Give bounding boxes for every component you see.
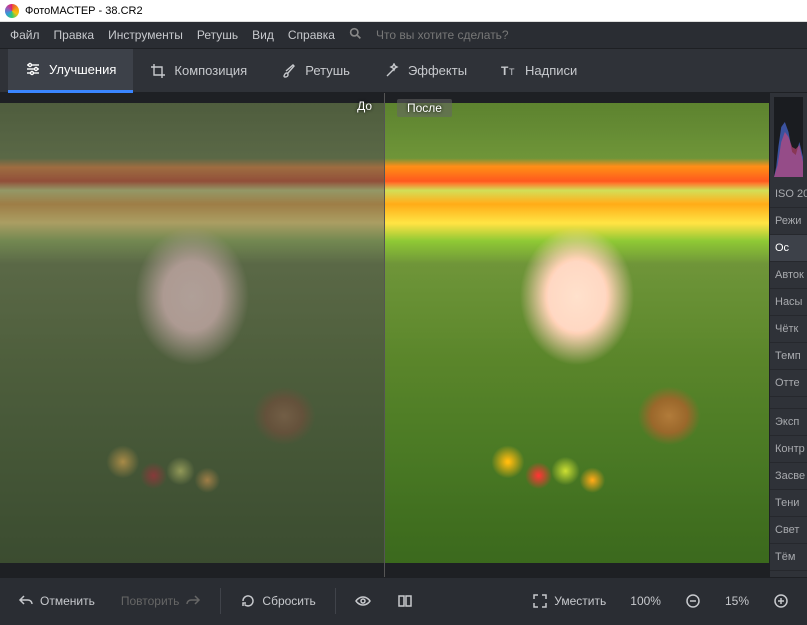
menu-tools[interactable]: Инструменты: [108, 28, 183, 42]
tab-main[interactable]: Ос: [770, 235, 807, 262]
fit-label: Уместить: [554, 594, 606, 608]
brush-icon: [281, 63, 297, 79]
window-titlebar: ФотоМАСТЕР - 38.CR2: [0, 0, 807, 22]
search-input[interactable]: Что вы хотите сделать?: [376, 28, 509, 42]
compare-icon: [397, 593, 413, 609]
after-label: После: [397, 99, 452, 117]
reset-button[interactable]: Сбросить: [230, 587, 325, 615]
slider-shadows[interactable]: Тени: [770, 490, 807, 517]
tab-composition-label: Композиция: [174, 63, 247, 78]
plus-icon: [773, 593, 789, 609]
slider-highlights[interactable]: Засве: [770, 463, 807, 490]
menu-edit[interactable]: Правка: [54, 28, 95, 42]
zoom-in-button[interactable]: [763, 587, 799, 615]
slider-temperature[interactable]: Темп: [770, 343, 807, 370]
tab-enhance-label: Улучшения: [49, 62, 116, 77]
menu-view[interactable]: Вид: [252, 28, 274, 42]
minus-icon: [685, 593, 701, 609]
preview-button[interactable]: [345, 587, 381, 615]
before-label: До: [357, 99, 372, 113]
compare-viewer[interactable]: До После: [0, 93, 769, 577]
tab-effects[interactable]: Эффекты: [367, 49, 484, 93]
undo-button[interactable]: Отменить: [8, 587, 105, 615]
slider-blacks[interactable]: Тём: [770, 544, 807, 571]
slider-whites[interactable]: Свет: [770, 517, 807, 544]
slider-saturation[interactable]: Насы: [770, 289, 807, 316]
zoom-out-button[interactable]: [675, 587, 711, 615]
tab-text-label: Надписи: [525, 63, 577, 78]
compare-button[interactable]: [387, 587, 423, 615]
separator: [335, 588, 336, 614]
zoom-level: 15%: [717, 594, 757, 608]
fit-icon: [532, 593, 548, 609]
bottom-toolbar: Отменить Повторить Сбросить Уместить 100…: [0, 577, 807, 623]
iso-label: ISO 20: [770, 181, 807, 208]
slider-tint[interactable]: Отте: [770, 370, 807, 397]
menu-retouch[interactable]: Ретушь: [197, 28, 238, 42]
tab-retouch[interactable]: Ретушь: [264, 49, 367, 93]
svg-text:T: T: [509, 67, 515, 77]
histogram: [774, 97, 803, 177]
redo-button[interactable]: Повторить: [111, 587, 212, 615]
divider: [770, 397, 807, 409]
window-title: ФотоМАСТЕР - 38.CR2: [25, 5, 143, 17]
fit-button[interactable]: Уместить: [522, 587, 616, 615]
mode-toolbar: Улучшения Композиция Ретушь Эффекты TT Н…: [0, 49, 807, 93]
tab-retouch-label: Ретушь: [305, 63, 350, 78]
crop-icon: [150, 63, 166, 79]
tab-effects-label: Эффекты: [408, 63, 467, 78]
redo-label: Повторить: [121, 594, 180, 608]
svg-text:T: T: [501, 64, 509, 78]
redo-icon: [185, 593, 201, 609]
slider-auto[interactable]: Авток: [770, 262, 807, 289]
reset-icon: [240, 593, 256, 609]
zoom-100[interactable]: 100%: [622, 594, 669, 608]
workspace: До После ISO 20 Режи Ос Авток Насы Чётк …: [0, 93, 807, 577]
undo-icon: [18, 593, 34, 609]
mode-label[interactable]: Режи: [770, 208, 807, 235]
menu-help[interactable]: Справка: [288, 28, 335, 42]
undo-label: Отменить: [40, 594, 95, 608]
before-image: [0, 103, 384, 563]
sliders-icon: [25, 61, 41, 77]
slider-sharpness[interactable]: Чётк: [770, 316, 807, 343]
eye-icon: [355, 593, 371, 609]
separator: [220, 588, 221, 614]
after-pane: После: [384, 93, 769, 577]
before-pane: До: [0, 93, 384, 577]
app-logo-icon: [5, 4, 19, 18]
slider-exposure[interactable]: Эксп: [770, 409, 807, 436]
after-image: [385, 103, 769, 563]
side-panel: ISO 20 Режи Ос Авток Насы Чётк Темп Отте…: [769, 93, 807, 577]
search-icon: [349, 27, 362, 43]
tab-enhance[interactable]: Улучшения: [8, 49, 133, 93]
menu-file[interactable]: Файл: [10, 28, 40, 42]
slider-contrast[interactable]: Контр: [770, 436, 807, 463]
main-menu: Файл Правка Инструменты Ретушь Вид Справ…: [0, 22, 807, 49]
tab-text[interactable]: TT Надписи: [484, 49, 594, 93]
tab-composition[interactable]: Композиция: [133, 49, 264, 93]
wand-icon: [384, 63, 400, 79]
reset-label: Сбросить: [262, 594, 315, 608]
text-icon: TT: [501, 63, 517, 79]
